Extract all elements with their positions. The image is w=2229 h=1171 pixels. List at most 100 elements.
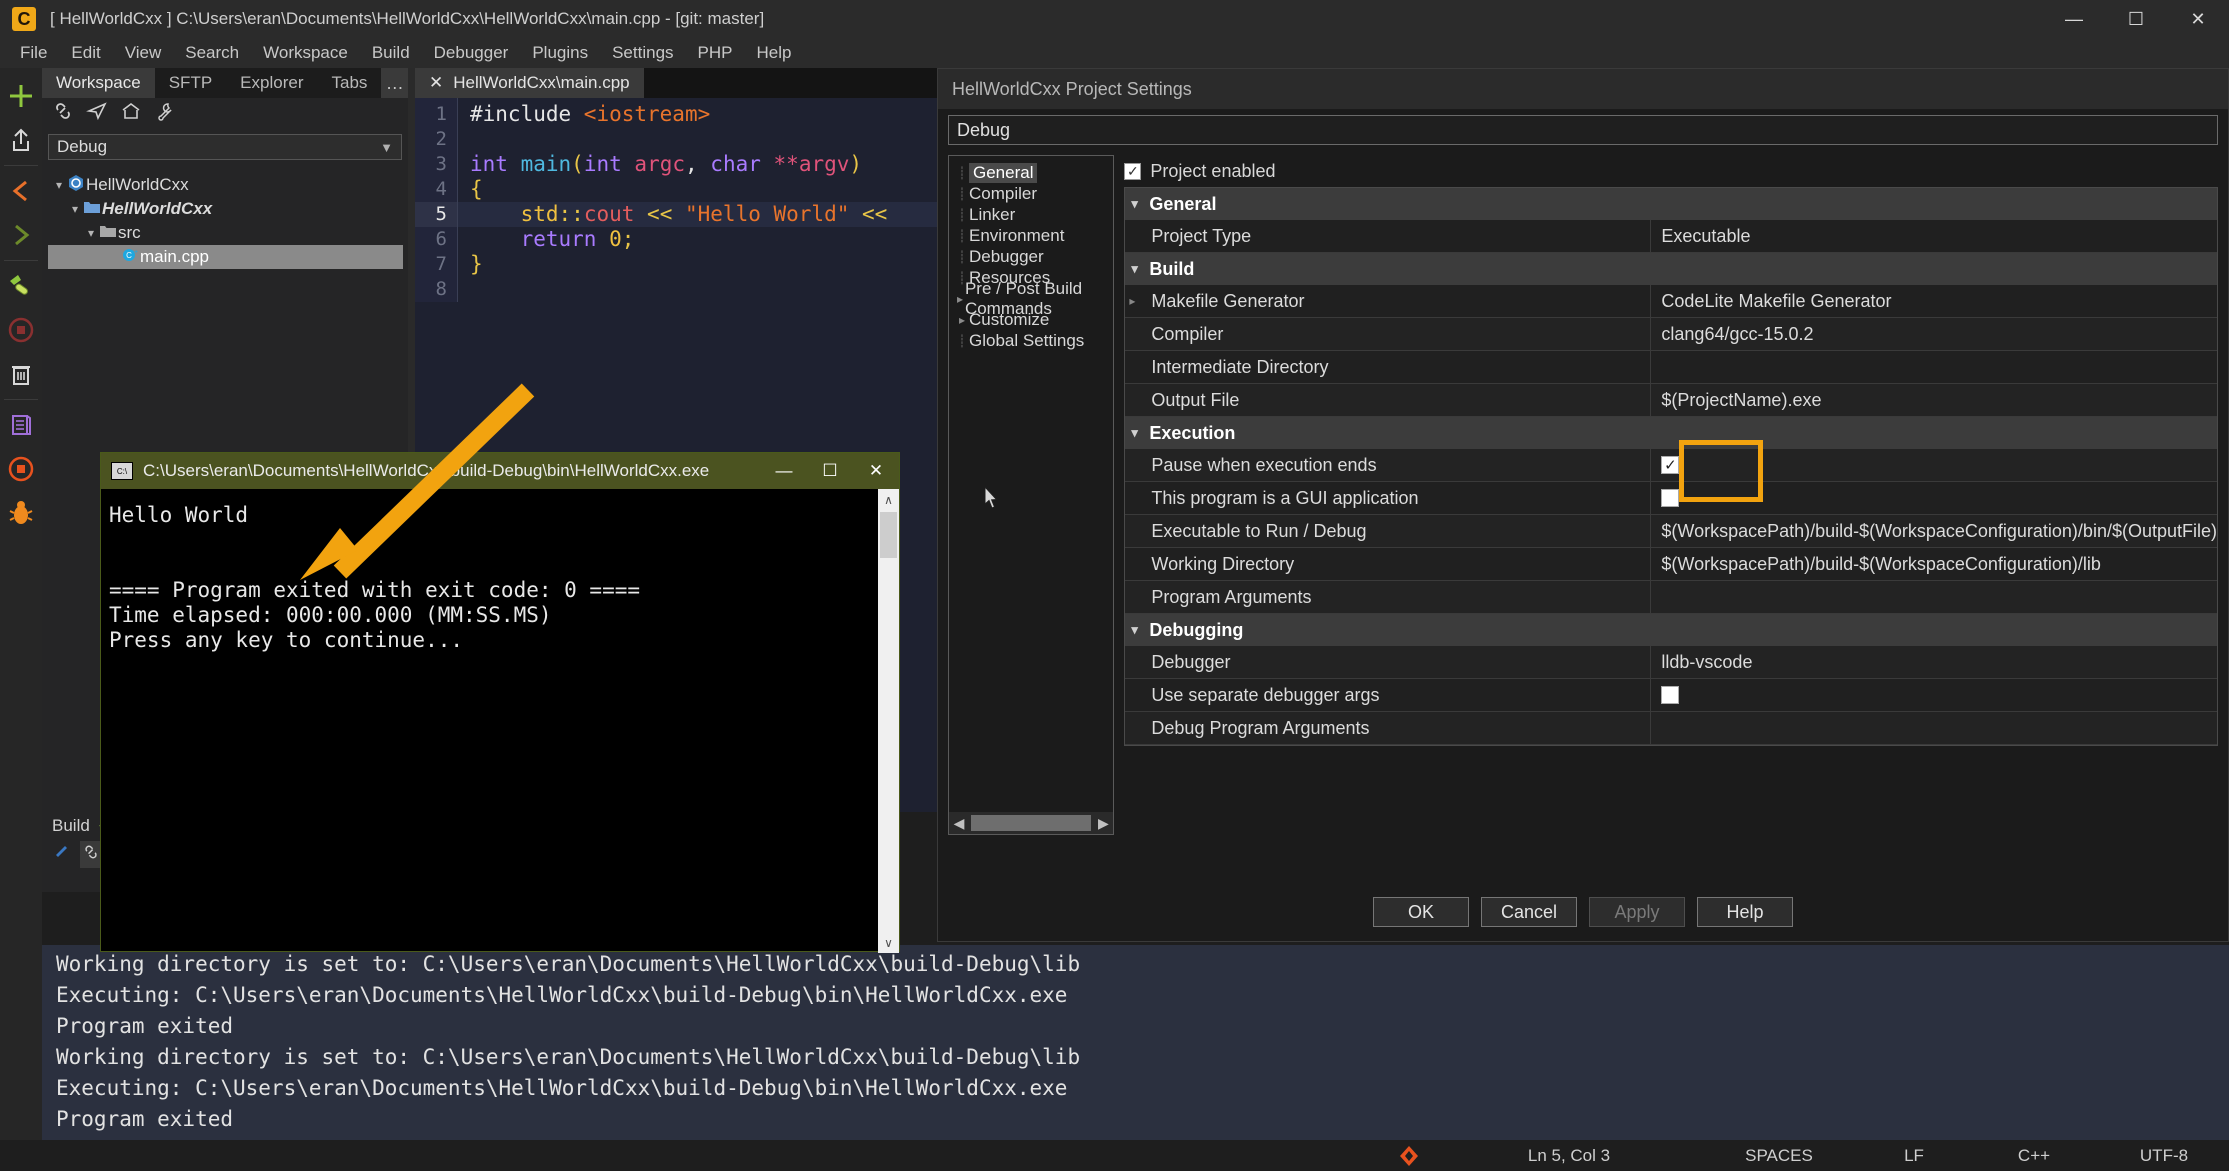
row-value[interactable]: $(ProjectName).exe bbox=[1651, 384, 2217, 416]
tab-explorer[interactable]: Explorer bbox=[226, 68, 317, 98]
settings-category-general[interactable]: ┊ General bbox=[949, 162, 1113, 183]
console-window[interactable]: C:\ C:\Users\eran\Documents\HellWorldCxx… bbox=[100, 452, 900, 953]
settings-category-compiler[interactable]: ┊ Compiler bbox=[949, 183, 1113, 204]
table-row[interactable]: ▸ Makefile Generator CodeLite Makefile G… bbox=[1125, 285, 2217, 318]
table-row[interactable]: Working Directory $(WorkspacePath)/build… bbox=[1125, 548, 2217, 581]
scrollbar-thumb[interactable] bbox=[880, 512, 897, 558]
chevron-down-icon[interactable]: ▾ bbox=[1131, 425, 1143, 441]
table-row[interactable]: Program Arguments bbox=[1125, 581, 2217, 614]
tree-item-main-cpp[interactable]: C + main.cpp bbox=[48, 245, 403, 269]
use-separate-debugger-args-checkbox[interactable] bbox=[1661, 686, 1680, 704]
console-close-icon[interactable]: ✕ bbox=[853, 453, 899, 489]
console-scrollbar[interactable]: ∧ ∨ bbox=[878, 489, 899, 953]
row-value[interactable]: $(WorkspacePath)/build-$(WorkspaceConfig… bbox=[1651, 515, 2217, 547]
table-row[interactable]: Debug Program Arguments bbox=[1125, 712, 2217, 745]
section-header-execution[interactable]: ▾ Execution bbox=[1125, 417, 2217, 449]
stop-build-icon[interactable] bbox=[1, 308, 41, 352]
tab-build[interactable]: Build bbox=[52, 816, 90, 836]
chevron-down-icon[interactable]: ▾ bbox=[52, 178, 66, 192]
wrench-icon[interactable] bbox=[154, 100, 176, 127]
scroll-down-icon[interactable]: ∨ bbox=[878, 932, 899, 953]
row-value[interactable] bbox=[1651, 581, 2217, 613]
scroll-up-icon[interactable]: ∧ bbox=[878, 489, 899, 510]
tab-tabs[interactable]: Tabs bbox=[317, 68, 381, 98]
table-row[interactable]: Output File $(ProjectName).exe bbox=[1125, 384, 2217, 417]
row-expander[interactable]: ▸ bbox=[1125, 285, 1139, 317]
send-icon[interactable] bbox=[86, 100, 108, 127]
menu-search[interactable]: Search bbox=[173, 40, 251, 66]
console-maximize-icon[interactable]: ☐ bbox=[807, 453, 853, 489]
row-value[interactable] bbox=[1651, 351, 2217, 383]
menu-php[interactable]: PHP bbox=[686, 40, 745, 66]
menu-plugins[interactable]: Plugins bbox=[520, 40, 600, 66]
build-output-console[interactable]: Working directory is set to: C:\Users\er… bbox=[42, 945, 2229, 1171]
gui-application-checkbox[interactable] bbox=[1661, 489, 1680, 507]
row-value[interactable]: lldb-vscode bbox=[1651, 646, 2217, 678]
row-value[interactable]: ✓ bbox=[1651, 449, 2217, 481]
table-row[interactable]: Debugger lldb-vscode bbox=[1125, 646, 2217, 679]
help-button[interactable]: Help bbox=[1697, 897, 1793, 927]
scrollbar-track[interactable] bbox=[969, 815, 1093, 831]
close-icon[interactable]: ✕ bbox=[429, 73, 443, 93]
row-value[interactable] bbox=[1651, 482, 2217, 514]
row-value[interactable]: CodeLite Makefile Generator bbox=[1651, 285, 2217, 317]
pin-icon[interactable] bbox=[52, 843, 70, 866]
row-value[interactable]: Executable bbox=[1651, 220, 2217, 252]
home-icon[interactable] bbox=[120, 100, 142, 127]
workspace-overflow-button[interactable]: … bbox=[381, 68, 408, 98]
scroll-right-icon[interactable]: ▶ bbox=[1093, 815, 1113, 832]
chevron-down-icon[interactable]: ▾ bbox=[68, 202, 82, 216]
row-value[interactable]: clang64/gcc-15.0.2 bbox=[1651, 318, 2217, 350]
dialog-configuration-field[interactable]: Debug bbox=[948, 115, 2218, 145]
stop-run-icon[interactable] bbox=[1, 447, 41, 491]
settings-tree-hscrollbar[interactable]: ◀ ▶ bbox=[949, 812, 1114, 834]
eol-mode[interactable]: LF bbox=[1859, 1146, 1969, 1166]
console-minimize-icon[interactable]: — bbox=[761, 453, 807, 489]
cancel-button[interactable]: Cancel bbox=[1481, 897, 1577, 927]
build-icon[interactable] bbox=[1, 264, 41, 308]
table-row[interactable]: Intermediate Directory bbox=[1125, 351, 2217, 384]
link-icon[interactable] bbox=[52, 100, 74, 127]
scrollbar-thumb[interactable] bbox=[971, 815, 1092, 831]
chevron-right-icon[interactable]: ▸ bbox=[955, 313, 969, 327]
menu-help[interactable]: Help bbox=[745, 40, 804, 66]
close-icon[interactable]: ✕ bbox=[2167, 0, 2229, 38]
menu-debugger[interactable]: Debugger bbox=[422, 40, 521, 66]
build-log-icon[interactable] bbox=[1, 403, 41, 447]
row-value[interactable] bbox=[1651, 712, 2217, 744]
forward-icon[interactable] bbox=[1, 213, 41, 257]
tab-sftp[interactable]: SFTP bbox=[155, 68, 226, 98]
back-icon[interactable] bbox=[1, 169, 41, 213]
row-value[interactable] bbox=[1651, 679, 2217, 711]
table-row[interactable]: Pause when execution ends ✓ bbox=[1125, 449, 2217, 482]
scroll-left-icon[interactable]: ◀ bbox=[949, 815, 969, 832]
minimize-icon[interactable]: — bbox=[2043, 0, 2105, 38]
chevron-down-icon[interactable]: ▾ bbox=[84, 226, 98, 240]
table-row[interactable]: Use separate debugger args bbox=[1125, 679, 2217, 712]
section-header-debugging[interactable]: ▾ Debugging bbox=[1125, 614, 2217, 646]
chevron-right-icon[interactable]: ▸ bbox=[955, 292, 965, 306]
menu-settings[interactable]: Settings bbox=[600, 40, 685, 66]
menu-file[interactable]: File bbox=[8, 40, 59, 66]
editor-tab-main-cpp[interactable]: ✕ HellWorldCxx\main.cpp bbox=[415, 68, 644, 98]
chevron-down-icon[interactable]: ▾ bbox=[1131, 261, 1143, 277]
table-row[interactable]: Compiler clang64/gcc-15.0.2 bbox=[1125, 318, 2217, 351]
menu-view[interactable]: View bbox=[113, 40, 174, 66]
pause-when-execution-ends-checkbox[interactable]: ✓ bbox=[1661, 456, 1680, 474]
menu-workspace[interactable]: Workspace bbox=[251, 40, 360, 66]
language-mode[interactable]: C++ bbox=[1969, 1146, 2099, 1166]
open-icon[interactable] bbox=[1, 118, 41, 162]
chevron-down-icon[interactable]: ▾ bbox=[1131, 622, 1143, 638]
chevron-down-icon[interactable]: ▾ bbox=[1131, 196, 1143, 212]
debug-icon[interactable] bbox=[1, 491, 41, 535]
tree-item-project[interactable]: ▾ HellWorldCxx bbox=[42, 197, 408, 221]
console-text[interactable]: Hello World ==== Program exited with exi… bbox=[101, 489, 878, 953]
new-icon[interactable] bbox=[1, 74, 41, 118]
project-enabled-checkbox-row[interactable]: ✓ Project enabled bbox=[1124, 155, 2218, 187]
settings-category-pre-post-build[interactable]: ▸ Pre / Post Build Commands bbox=[949, 279, 1113, 318]
row-value[interactable]: $(WorkspacePath)/build-$(WorkspaceConfig… bbox=[1651, 548, 2217, 580]
build-configuration-select[interactable]: Debug ▼ bbox=[48, 134, 402, 160]
clean-icon[interactable] bbox=[1, 352, 41, 396]
indent-mode[interactable]: SPACES bbox=[1699, 1146, 1859, 1166]
settings-category-environment[interactable]: ┊ Environment bbox=[949, 225, 1113, 246]
